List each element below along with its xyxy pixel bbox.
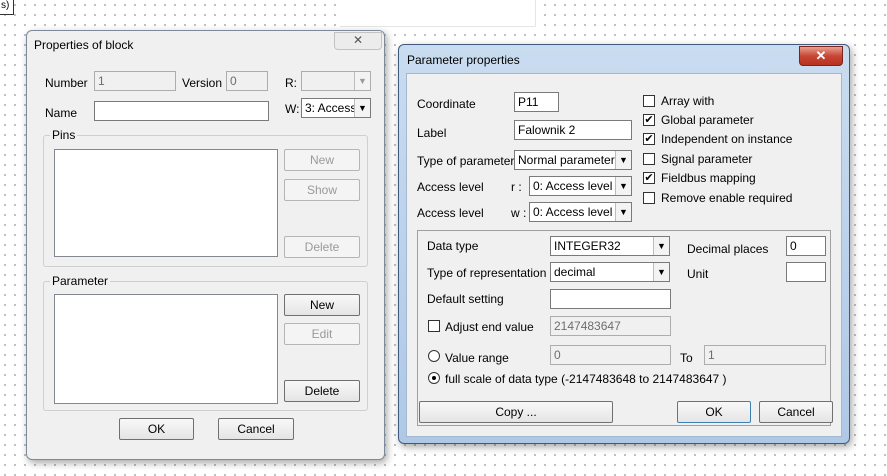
w-access-value: 3: Access	[305, 101, 357, 115]
fieldbus-mapping-label: Fieldbus mapping	[661, 171, 756, 185]
pins-delete-button[interactable]: Delete	[284, 236, 360, 258]
coordinate-label: Coordinate	[417, 97, 476, 111]
type-of-parameter-label: Type of parameter	[417, 154, 515, 168]
dialog-body: Coordinate P11 Label Falownik 2 Type of …	[406, 73, 842, 437]
access-level-read-select[interactable]: 0: Access level 0 ▼	[529, 176, 632, 196]
access-write-prefix: w :	[511, 206, 527, 220]
default-setting-label: Default setting	[427, 292, 504, 306]
title-bar[interactable]: Parameter properties ✕	[399, 45, 849, 73]
parameter-new-button[interactable]: New	[284, 294, 360, 316]
pins-list[interactable]	[54, 149, 278, 257]
representation-select[interactable]: decimal ▼	[550, 262, 670, 282]
access-level-read-label: Access level	[417, 180, 484, 194]
number-label: Number	[45, 76, 88, 90]
adjust-end-value-label: Adjust end value	[445, 320, 534, 334]
close-button[interactable]: ✕	[334, 32, 382, 50]
signal-parameter-label: Signal parameter	[661, 152, 753, 166]
value-range-radio[interactable]	[428, 350, 440, 362]
ok-button[interactable]: OK	[119, 418, 194, 440]
chevron-down-icon: ▼	[354, 72, 370, 90]
cancel-button[interactable]: Cancel	[218, 418, 294, 440]
array-with-label: Array with	[661, 94, 715, 108]
remove-enable-required-checkbox[interactable]	[643, 192, 655, 204]
type-of-parameter-value: Normal parameter	[518, 153, 615, 167]
remove-enable-required-label: Remove enable required	[661, 191, 793, 205]
data-type-label: Data type	[427, 239, 479, 253]
close-icon: ✕	[815, 48, 827, 63]
coordinate-input[interactable]: P11	[514, 92, 559, 112]
global-parameter-checkbox[interactable]: ✔	[643, 114, 655, 126]
access-level-write-select[interactable]: 0: Access level 0 ▼	[529, 202, 632, 222]
decimal-places-input[interactable]: 0	[786, 236, 826, 256]
dialog-title: Properties of block	[34, 38, 134, 52]
value-range-label: Value range	[445, 351, 509, 365]
label-label: Label	[417, 126, 447, 140]
pins-new-button[interactable]: New	[284, 149, 360, 171]
title-bar[interactable]: Properties of block ✕	[27, 31, 384, 59]
name-label: Name	[45, 106, 78, 120]
dialog-title: Parameter properties	[407, 53, 520, 67]
adjust-end-value-field: 2147483647	[550, 316, 671, 336]
close-button[interactable]: ✕	[799, 46, 843, 66]
cancel-button[interactable]: Cancel	[759, 401, 833, 423]
data-type-value: INTEGER32	[554, 239, 621, 253]
chevron-down-icon: ▼	[653, 263, 669, 281]
chevron-down-icon: ▼	[653, 237, 669, 255]
pins-show-button[interactable]: Show	[284, 179, 360, 201]
array-with-checkbox[interactable]	[643, 95, 655, 107]
value-range-from-field: 0	[550, 345, 671, 365]
representation-value: decimal	[554, 265, 596, 279]
access-level-write-label: Access level	[417, 206, 484, 220]
full-scale-radio[interactable]	[428, 372, 440, 384]
chevron-down-icon: ▼	[354, 99, 370, 117]
type-of-parameter-select[interactable]: Normal parameter ▼	[514, 150, 632, 170]
independent-on-instance-label: Independent on instance	[661, 132, 793, 146]
full-scale-label: full scale of data type (-2147483648 to …	[445, 372, 727, 386]
version-label: Version	[182, 76, 223, 90]
parameter-delete-button[interactable]: Delete	[284, 380, 360, 402]
to-label: To	[680, 351, 693, 365]
access-level-write-value: 0: Access level 0	[533, 205, 623, 219]
representation-label: Type of representation	[427, 266, 547, 280]
number-field: 1	[94, 71, 176, 91]
unit-label: Unit	[687, 267, 709, 281]
value-range-to-field: 1	[704, 345, 826, 365]
r-access-select: ▼	[301, 71, 371, 91]
label-input[interactable]: Falownik 2	[514, 120, 632, 140]
background-panel	[340, 0, 536, 27]
properties-of-block-dialog: Properties of block ✕ Number 1 Version 0…	[26, 30, 385, 460]
w-label: W:	[285, 102, 300, 116]
r-label: R:	[285, 76, 297, 90]
close-icon: ✕	[352, 33, 364, 47]
chevron-down-icon: ▼	[615, 177, 631, 195]
unit-input[interactable]	[786, 262, 826, 282]
fieldbus-mapping-checkbox[interactable]: ✔	[643, 172, 655, 184]
independent-on-instance-checkbox[interactable]: ✔	[643, 133, 655, 145]
pins-group-title: Pins	[50, 128, 78, 142]
w-access-select[interactable]: 3: Access ▼	[301, 98, 371, 118]
version-field: 0	[226, 71, 268, 91]
name-input[interactable]	[94, 101, 269, 121]
chevron-down-icon: ▼	[615, 151, 631, 169]
ok-button[interactable]: OK	[677, 401, 751, 423]
pins-group: Pins New Show Delete	[43, 128, 368, 267]
copy-button[interactable]: Copy ...	[419, 401, 613, 423]
parameter-edit-button[interactable]: Edit	[284, 323, 360, 345]
background-fragment: s)	[0, 0, 14, 15]
access-level-read-value: 0: Access level 0	[533, 179, 623, 193]
decimal-places-label: Decimal places	[687, 242, 769, 256]
parameter-list[interactable]	[54, 294, 278, 404]
access-read-prefix: r :	[511, 180, 522, 194]
parameter-properties-dialog: Parameter properties ✕ Coordinate P11 La…	[398, 44, 850, 444]
chevron-down-icon: ▼	[615, 203, 631, 221]
signal-parameter-checkbox[interactable]	[643, 153, 655, 165]
adjust-end-value-checkbox[interactable]	[428, 320, 440, 332]
data-type-select[interactable]: INTEGER32 ▼	[550, 236, 670, 256]
parameter-group-title: Parameter	[50, 274, 111, 288]
parameter-group: Parameter New Edit Delete	[43, 274, 368, 411]
global-parameter-label: Global parameter	[661, 113, 754, 127]
default-setting-input[interactable]	[550, 289, 671, 309]
